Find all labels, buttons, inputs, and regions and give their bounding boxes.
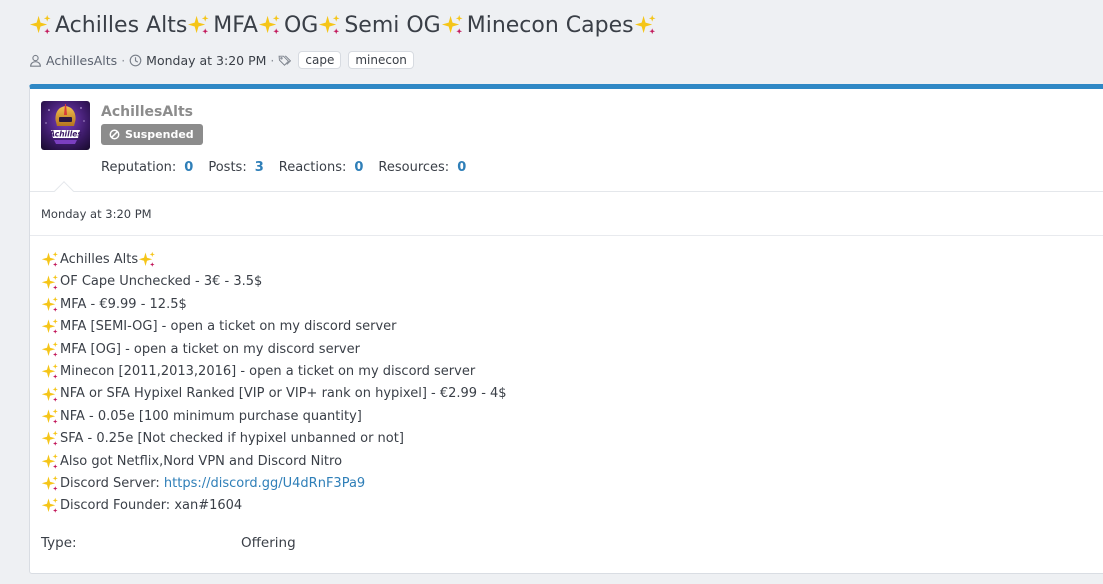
sparkles-icon	[29, 14, 52, 37]
post-date[interactable]: Monday at 3:20 PM	[41, 207, 152, 221]
sparkles-icon	[41, 251, 59, 269]
list-item: NFA - 0.05e [100 minimum purchase quanti…	[41, 406, 741, 428]
title-segment: OG	[283, 13, 319, 38]
thread-meta: AchillesAlts · Monday at 3:20 PM · cape …	[29, 51, 414, 69]
post-username[interactable]: AchillesAlts	[101, 104, 193, 120]
title-segment: Achilles Alts	[55, 13, 188, 38]
sparkles-icon	[441, 14, 464, 37]
badge-label: Suspended	[125, 128, 194, 141]
stat-label: Resources:	[378, 160, 450, 175]
meta-separator: ·	[270, 52, 275, 68]
title-segment: MFA	[213, 13, 258, 38]
stat-reactions: Reactions: 0	[279, 160, 364, 175]
thread-title: Achilles Alts MFA OG Semi OG Minecon Cap…	[29, 13, 660, 38]
list-item: Also got Netflix,Nord VPN and Discord Ni…	[41, 451, 741, 473]
list-item: MFA [OG] - open a ticket on my discord s…	[41, 339, 741, 361]
title-segment: Semi OG	[344, 13, 441, 38]
stat-label: Reactions:	[278, 160, 347, 175]
sparkles-icon	[41, 341, 59, 359]
svg-text:Achilles: Achilles	[48, 130, 82, 139]
meta-separator: ·	[121, 52, 126, 68]
sparkles-icon	[41, 318, 59, 336]
post-body: Achilles Alts OF Cape Unchecked - 3€ - 3…	[41, 249, 741, 518]
sparkles-icon	[41, 430, 59, 448]
user-icon	[29, 54, 42, 67]
stat-posts: Posts: 3	[208, 160, 263, 175]
sparkles-icon	[258, 14, 281, 37]
list-item: OF Cape Unchecked - 3€ - 3.5$	[41, 271, 741, 293]
sparkles-icon	[41, 408, 59, 426]
stat-value[interactable]: 0	[354, 160, 363, 175]
list-item: Achilles Alts	[41, 249, 741, 271]
sparkles-icon	[634, 14, 657, 37]
sparkles-icon	[41, 296, 59, 314]
list-item: NFA or SFA Hypixel Ranked [VIP or VIP+ r…	[41, 383, 741, 405]
sparkles-icon	[187, 14, 210, 37]
sparkles-icon	[138, 251, 156, 269]
stat-label: Reputation:	[101, 160, 177, 175]
sparkles-icon	[41, 386, 59, 404]
user-stats: Reputation: 0 Posts: 3 Reactions: 0 Resourc…	[101, 160, 481, 175]
stat-value[interactable]: 0	[184, 160, 193, 175]
discord-link[interactable]: https://discord.gg/U4dRnF3Pa9	[164, 473, 365, 495]
list-item: SFA - 0.25e [Not checked if hypixel unba…	[41, 428, 741, 450]
list-item: MFA - €9.99 - 12.5$	[41, 294, 741, 316]
thread-author-link[interactable]: AchillesAlts	[46, 53, 117, 68]
suspended-badge: Suspended	[101, 124, 203, 145]
sparkles-icon	[41, 274, 59, 292]
post-user-block: Achilles AchillesAlts Suspended Reputati…	[30, 89, 1103, 192]
sparkles-icon	[318, 14, 341, 37]
tag-cape[interactable]: cape	[298, 51, 342, 69]
stat-value[interactable]: 3	[255, 160, 264, 175]
post-divider	[30, 235, 1103, 236]
custom-fields: Type: Offering	[41, 535, 296, 551]
stat-label: Posts:	[208, 160, 247, 175]
sparkles-icon	[41, 453, 59, 471]
list-item: Discord Server: https://discord.gg/U4dRn…	[41, 473, 741, 495]
user-avatar[interactable]: Achilles	[41, 101, 90, 150]
post-card: Achilles AchillesAlts Suspended Reputati…	[29, 84, 1103, 574]
stat-value[interactable]: 0	[457, 160, 466, 175]
list-item: MFA [SEMI-OG] - open a ticket on my disc…	[41, 316, 741, 338]
sparkles-icon	[41, 475, 59, 493]
sparkles-icon	[41, 363, 59, 381]
sparkles-icon	[41, 497, 59, 515]
list-item: Minecon [2011,2013,2016] - open a ticket…	[41, 361, 741, 383]
list-item: Discord Founder: xan#1604	[41, 495, 741, 517]
tags-icon	[278, 54, 292, 67]
clock-icon	[129, 54, 142, 67]
tag-minecon[interactable]: minecon	[348, 51, 414, 69]
thread-time-link[interactable]: Monday at 3:20 PM	[146, 53, 266, 68]
field-value: Offering	[241, 535, 296, 551]
field-label: Type:	[41, 535, 77, 551]
ban-icon	[109, 129, 120, 140]
stat-resources: Resources: 0	[378, 160, 466, 175]
title-segment: Minecon Capes	[466, 13, 634, 38]
stat-reputation: Reputation: 0	[101, 160, 193, 175]
